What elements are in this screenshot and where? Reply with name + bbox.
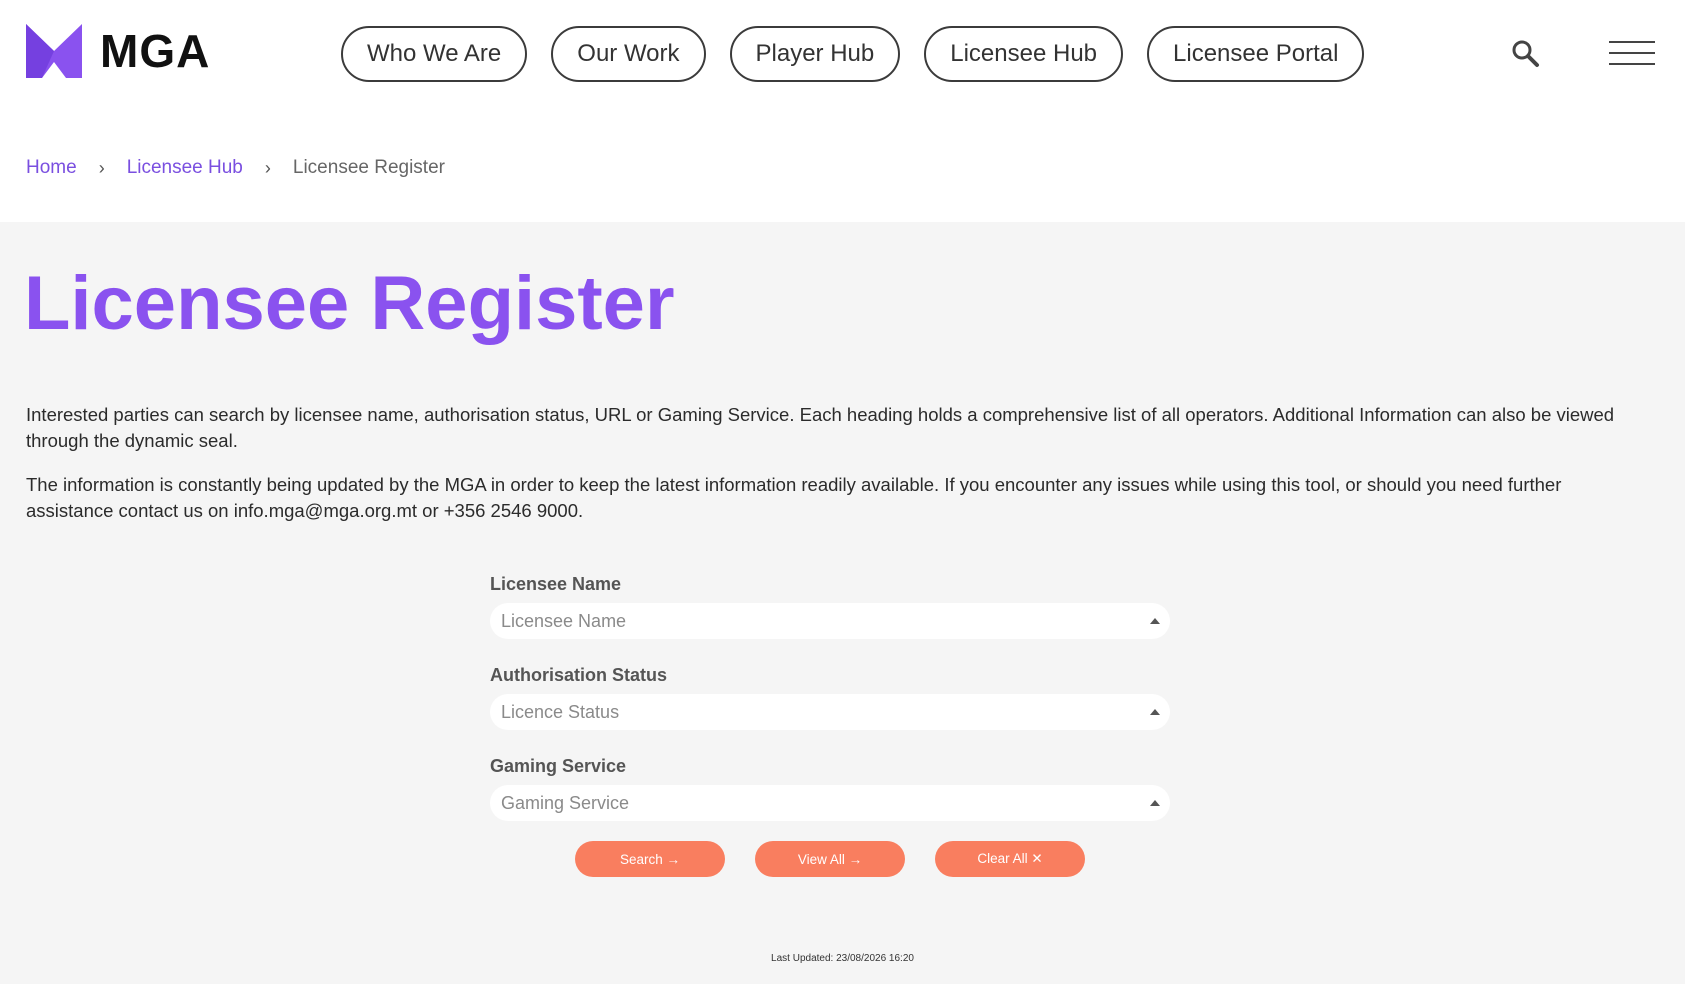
breadcrumb: Home › Licensee Hub › Licensee Register bbox=[26, 157, 445, 179]
mga-logo-mark-icon bbox=[26, 24, 82, 78]
nav-our-work[interactable]: Our Work bbox=[551, 26, 706, 82]
search-button[interactable]: Search → bbox=[575, 841, 725, 877]
search-form: Licensee Name Licensee Name Authorisatio… bbox=[490, 574, 1170, 877]
clear-all-button[interactable]: Clear All ✕ bbox=[935, 841, 1085, 877]
search-icon[interactable] bbox=[1510, 38, 1542, 70]
field-label: Authorisation Status bbox=[490, 665, 668, 685]
caret-up-icon bbox=[1150, 618, 1160, 624]
last-updated: Last Updated: 23/08/2026 16:20 bbox=[771, 953, 914, 964]
select-placeholder: Gaming Service bbox=[501, 792, 630, 813]
main-nav: Who We Are Our Work Player Hub Licensee … bbox=[341, 26, 1388, 82]
intro-paragraph-1: Interested parties can search by license… bbox=[26, 404, 1615, 451]
breadcrumb-home[interactable]: Home bbox=[26, 157, 77, 179]
breadcrumb-separator: › bbox=[264, 157, 271, 178]
hamburger-menu-icon[interactable] bbox=[1608, 38, 1656, 70]
nav-licensee-portal[interactable]: Licensee Portal bbox=[1147, 26, 1365, 82]
breadcrumb-licensee-hub[interactable]: Licensee Hub bbox=[127, 157, 243, 179]
page-title: Licensee Register bbox=[24, 261, 675, 346]
field-gaming-service: Gaming Service Gaming Service bbox=[490, 756, 1170, 821]
field-authorisation-status: Authorisation Status Licence Status bbox=[490, 665, 1170, 730]
field-label: Licensee Name bbox=[490, 574, 622, 594]
nav-who-we-are[interactable]: Who We Are bbox=[341, 26, 528, 82]
main-content: Licensee Register Interested parties can… bbox=[0, 222, 1685, 984]
caret-up-icon bbox=[1150, 800, 1160, 806]
breadcrumb-current: Licensee Register bbox=[292, 157, 445, 178]
select-placeholder: Licensee Name bbox=[501, 610, 627, 631]
field-label: Gaming Service bbox=[490, 756, 627, 776]
nav-player-hub[interactable]: Player Hub bbox=[729, 26, 901, 82]
gaming-service-select[interactable]: Gaming Service bbox=[490, 785, 1170, 821]
intro-paragraph-2: The information is constantly being upda… bbox=[26, 474, 1562, 521]
site-header: MGA Who We Are Our Work Player Hub Licen… bbox=[0, 0, 1685, 222]
licensee-name-select[interactable]: Licensee Name bbox=[490, 603, 1170, 639]
view-all-button[interactable]: View All → bbox=[755, 841, 905, 877]
logo-text: MGA bbox=[100, 25, 211, 77]
field-licensee-name: Licensee Name Licensee Name bbox=[490, 574, 1170, 639]
breadcrumb-separator: › bbox=[98, 157, 105, 178]
caret-up-icon bbox=[1150, 709, 1160, 715]
nav-licensee-hub[interactable]: Licensee Hub bbox=[924, 26, 1124, 82]
form-buttons: Search → View All → Clear All ✕ bbox=[490, 841, 1170, 877]
mga-logo[interactable]: MGA bbox=[26, 24, 210, 78]
select-placeholder: Licence Status bbox=[501, 701, 620, 722]
licence-status-select[interactable]: Licence Status bbox=[490, 694, 1170, 730]
intro-text: Interested parties can search by license… bbox=[26, 402, 1646, 542]
